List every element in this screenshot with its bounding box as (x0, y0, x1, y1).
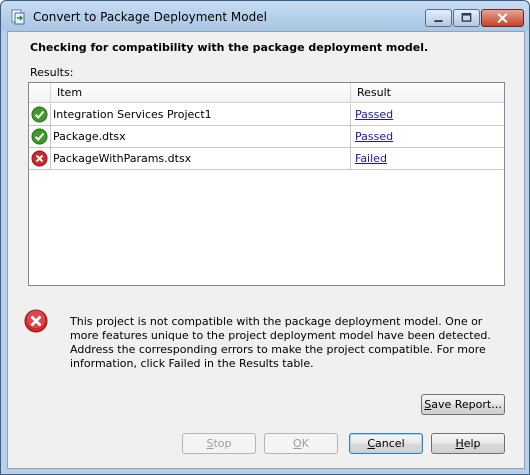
results-table[interactable]: Item Result Integration Services Project… (28, 82, 505, 286)
status-cell (29, 148, 51, 170)
dialog-body: Checking for compatibility with the pack… (7, 31, 525, 469)
stop-button[interactable]: Stop (182, 433, 256, 454)
check-circle-icon (31, 128, 48, 145)
status-cell (29, 126, 51, 148)
cancel-button[interactable]: Cancel (349, 433, 423, 454)
maximize-button[interactable] (453, 9, 480, 27)
maximize-icon (461, 13, 472, 22)
convert-package-icon (11, 9, 25, 25)
result-link[interactable]: Failed (355, 152, 387, 165)
table-row[interactable]: Package.dtsx Passed (29, 126, 504, 148)
table-row[interactable]: PackageWithParams.dtsx Failed (29, 148, 504, 170)
result-link[interactable]: Passed (355, 108, 393, 121)
error-x-circle-icon (31, 150, 48, 167)
table-header: Item Result (29, 83, 504, 103)
close-icon (497, 13, 508, 24)
header-result[interactable]: Result (351, 83, 504, 103)
header-status-column[interactable] (29, 83, 51, 103)
window-title: Convert to Package Deployment Model (33, 10, 267, 24)
result-cell: Failed (351, 148, 504, 170)
item-cell: PackageWithParams.dtsx (51, 148, 351, 170)
result-cell: Passed (351, 104, 504, 126)
close-button[interactable] (481, 9, 524, 27)
save-report-button[interactable]: Save Report... (421, 394, 505, 415)
cancel-label: ancel (375, 437, 405, 450)
ok-label: K (301, 437, 309, 450)
cancel-mnemonic: C (367, 437, 376, 450)
result-cell: Passed (351, 126, 504, 148)
item-cell: Package.dtsx (51, 126, 351, 148)
minimize-button[interactable] (425, 9, 452, 27)
table-row[interactable]: Integration Services Project1 Passed (29, 104, 504, 126)
ok-mnemonic: O (293, 437, 302, 450)
ok-button[interactable]: OK (264, 433, 338, 454)
result-link[interactable]: Passed (355, 130, 393, 143)
stop-label: top (213, 437, 232, 450)
item-cell: Integration Services Project1 (51, 104, 351, 126)
minimize-icon (434, 20, 443, 23)
status-cell (29, 104, 51, 126)
title-bar[interactable]: Convert to Package Deployment Model (1, 1, 529, 31)
error-x-circle-icon (24, 309, 48, 333)
save-report-label: ave Report... (431, 398, 502, 411)
results-label: Results: (30, 66, 74, 79)
help-mnemonic: H (455, 437, 464, 450)
page-title: Checking for compatibility with the pack… (30, 41, 429, 54)
check-circle-icon (31, 106, 48, 123)
dialog-window: Convert to Package Deployment Model Chec… (0, 0, 530, 475)
help-label: elp (463, 437, 481, 450)
error-message: This project is not compatible with the … (70, 315, 491, 370)
help-button[interactable]: Help (431, 433, 505, 454)
header-item[interactable]: Item (51, 83, 351, 103)
